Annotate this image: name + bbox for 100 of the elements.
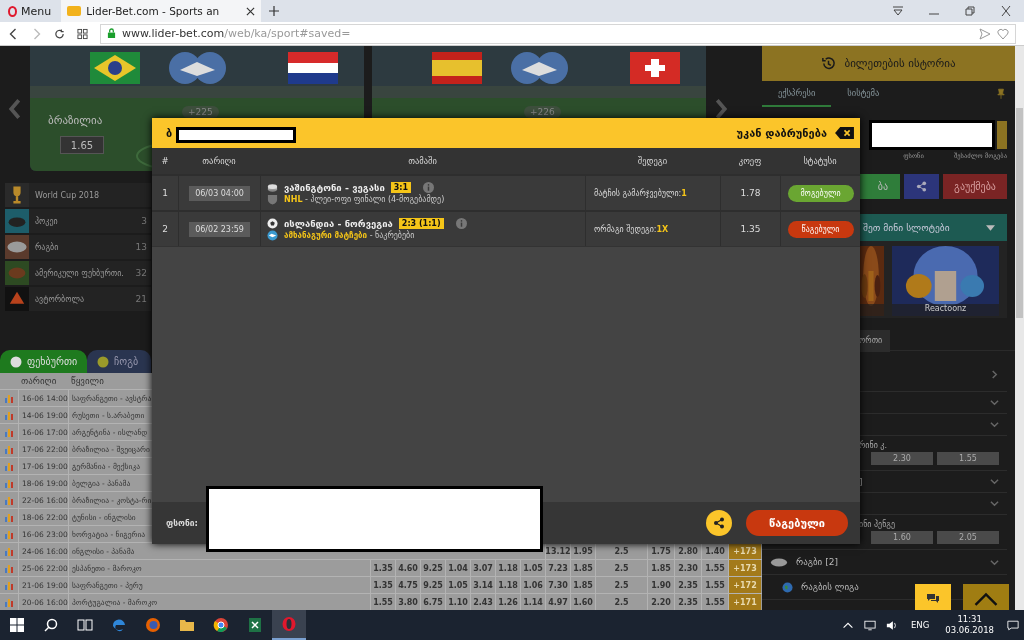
input-field[interactable] — [997, 121, 1007, 149]
odds-button[interactable]: 1.60 — [871, 531, 933, 544]
stats-icon[interactable] — [4, 495, 14, 505]
stats-icon[interactable] — [4, 529, 14, 539]
event-name[interactable]: ინი ჰენგე — [859, 520, 896, 529]
share-button[interactable] — [706, 510, 732, 536]
odds-cell[interactable]: +171 — [728, 594, 761, 610]
more-bets-badge[interactable]: +226 — [524, 106, 561, 118]
globe-icon — [782, 581, 793, 593]
chevron-down-icon[interactable] — [990, 499, 999, 508]
odds-button[interactable]: 2.30 — [871, 452, 933, 465]
chevron-right-icon[interactable] — [990, 369, 999, 379]
event-name[interactable]: რაგბი [2] — [796, 557, 838, 567]
back-link[interactable]: უკან დაბრუნება — [736, 126, 827, 140]
reload-icon[interactable] — [54, 27, 65, 40]
language-indicator[interactable]: ENG — [911, 620, 930, 630]
chevron-down-icon[interactable] — [990, 477, 999, 486]
team-name: ბრაზილია — [48, 114, 103, 127]
share-icon — [916, 181, 927, 192]
odds-button[interactable]: 2.05 — [937, 531, 999, 544]
stats-icon[interactable] — [4, 512, 14, 522]
volume-icon[interactable] — [886, 619, 898, 631]
tennis-ball-icon — [97, 355, 110, 368]
bet-type-tab[interactable]: ექსპრესი — [762, 81, 832, 107]
odds-cell[interactable]: +173 — [728, 560, 761, 576]
stats-icon[interactable] — [4, 393, 14, 403]
close-icon[interactable] — [835, 127, 854, 139]
close-icon[interactable] — [246, 6, 256, 16]
stats-icon[interactable] — [4, 546, 14, 556]
scrollbar-thumb[interactable] — [1016, 108, 1023, 318]
network-icon[interactable] — [864, 619, 876, 631]
column-header: # — [160, 156, 170, 166]
notifications-icon[interactable] — [1007, 619, 1019, 631]
stats-icon[interactable] — [4, 597, 14, 607]
new-tab-icon[interactable] — [269, 6, 280, 16]
date-chip: 06/03 04:00 — [189, 185, 250, 201]
chat-button[interactable] — [915, 584, 951, 610]
caret-icon[interactable] — [986, 224, 995, 231]
speed-dial-icon[interactable] — [77, 27, 88, 40]
address-field[interactable]: www.lider-bet.com/web/ka/sport#saved= — [100, 23, 1016, 44]
sport-item[interactable]: რაგბი 13 — [5, 235, 151, 259]
score-badge: 2:3 (1:1) — [398, 217, 444, 229]
event-name[interactable]: რინი კ. — [859, 441, 887, 450]
odds-cell[interactable]: +172 — [728, 577, 761, 593]
table-cell-text: 1 — [161, 187, 169, 200]
sport-icon — [5, 209, 29, 233]
stats-icon[interactable] — [4, 563, 14, 573]
cancel-button[interactable]: გაუქმება — [943, 174, 1007, 199]
stats-icon[interactable] — [4, 427, 14, 437]
sport-icon — [5, 183, 29, 207]
share-icon — [713, 517, 725, 529]
table-cell: 1.35 — [720, 212, 780, 246]
stats-icon[interactable] — [4, 410, 14, 420]
sport-tab[interactable]: ფეხბურთი — [0, 350, 88, 373]
more-bets-badge[interactable]: +225 — [182, 106, 219, 118]
chevron-down-icon[interactable] — [990, 398, 999, 407]
bet-type-tab[interactable]: სისტემა — [831, 81, 896, 107]
back-icon[interactable] — [8, 27, 19, 40]
chevron-down-icon[interactable] — [990, 420, 999, 429]
odds-button[interactable]: 1.55 — [937, 452, 999, 465]
chevron-down-icon[interactable] — [990, 557, 999, 567]
hockey-puck-icon — [267, 181, 278, 193]
opera-taskbar-icon[interactable] — [272, 610, 306, 640]
tab-menu-icon[interactable] — [892, 6, 904, 16]
sport-item[interactable]: ჰოკეი 3 — [5, 209, 151, 233]
section-title[interactable]: შეთ მინი სლოტები — [863, 222, 950, 233]
event-name[interactable]: რაგბის ლიგა — [801, 582, 859, 592]
sport-icon — [5, 287, 29, 311]
stats-icon[interactable] — [4, 444, 14, 454]
sport-item[interactable]: ამერიკული ფეხბურთი. 32 — [5, 261, 151, 285]
history-icon — [821, 56, 837, 71]
browser-tab[interactable]: Lider-Bet.com - Sports an — [61, 0, 262, 22]
site-icon — [67, 6, 82, 16]
odds-button[interactable]: 1.65 — [60, 136, 104, 154]
opera-menu-button[interactable]: Menu — [0, 0, 62, 22]
close-icon[interactable] — [1000, 6, 1012, 16]
stats-icon[interactable] — [4, 580, 14, 590]
pin-icon[interactable] — [997, 88, 1005, 100]
info-icon[interactable] — [455, 217, 467, 229]
info-icon[interactable] — [423, 181, 435, 193]
scroll-top-button[interactable] — [963, 584, 1009, 610]
score-badge: 3:1 — [390, 181, 412, 193]
clock[interactable]: 11:31 03.06.2018 — [945, 614, 994, 636]
panel-title: ბილეთების ისტორია — [844, 57, 956, 70]
sport-tab[interactable]: ჩოგბ — [87, 350, 151, 373]
match-name: ვაშინგტონი - ვეგასი — [284, 181, 385, 193]
chat-icon — [926, 593, 940, 605]
share-button[interactable] — [904, 174, 939, 199]
sport-item[interactable]: ავტორბოლა 21 — [5, 287, 151, 311]
heart-icon[interactable] — [997, 27, 1009, 40]
event-name[interactable]: ] — [859, 476, 863, 487]
stats-icon[interactable] — [4, 461, 14, 471]
soccer-ball-icon — [10, 355, 22, 368]
restore-icon[interactable] — [964, 6, 976, 16]
send-icon[interactable] — [979, 27, 991, 40]
column-header: შედეგი — [636, 156, 669, 166]
ticket-status-button[interactable]: წაგებული — [746, 510, 848, 536]
sport-item[interactable]: World Cup 2018 — [5, 183, 151, 207]
column-header: სტატუსი — [802, 156, 838, 166]
stats-icon[interactable] — [4, 478, 14, 488]
